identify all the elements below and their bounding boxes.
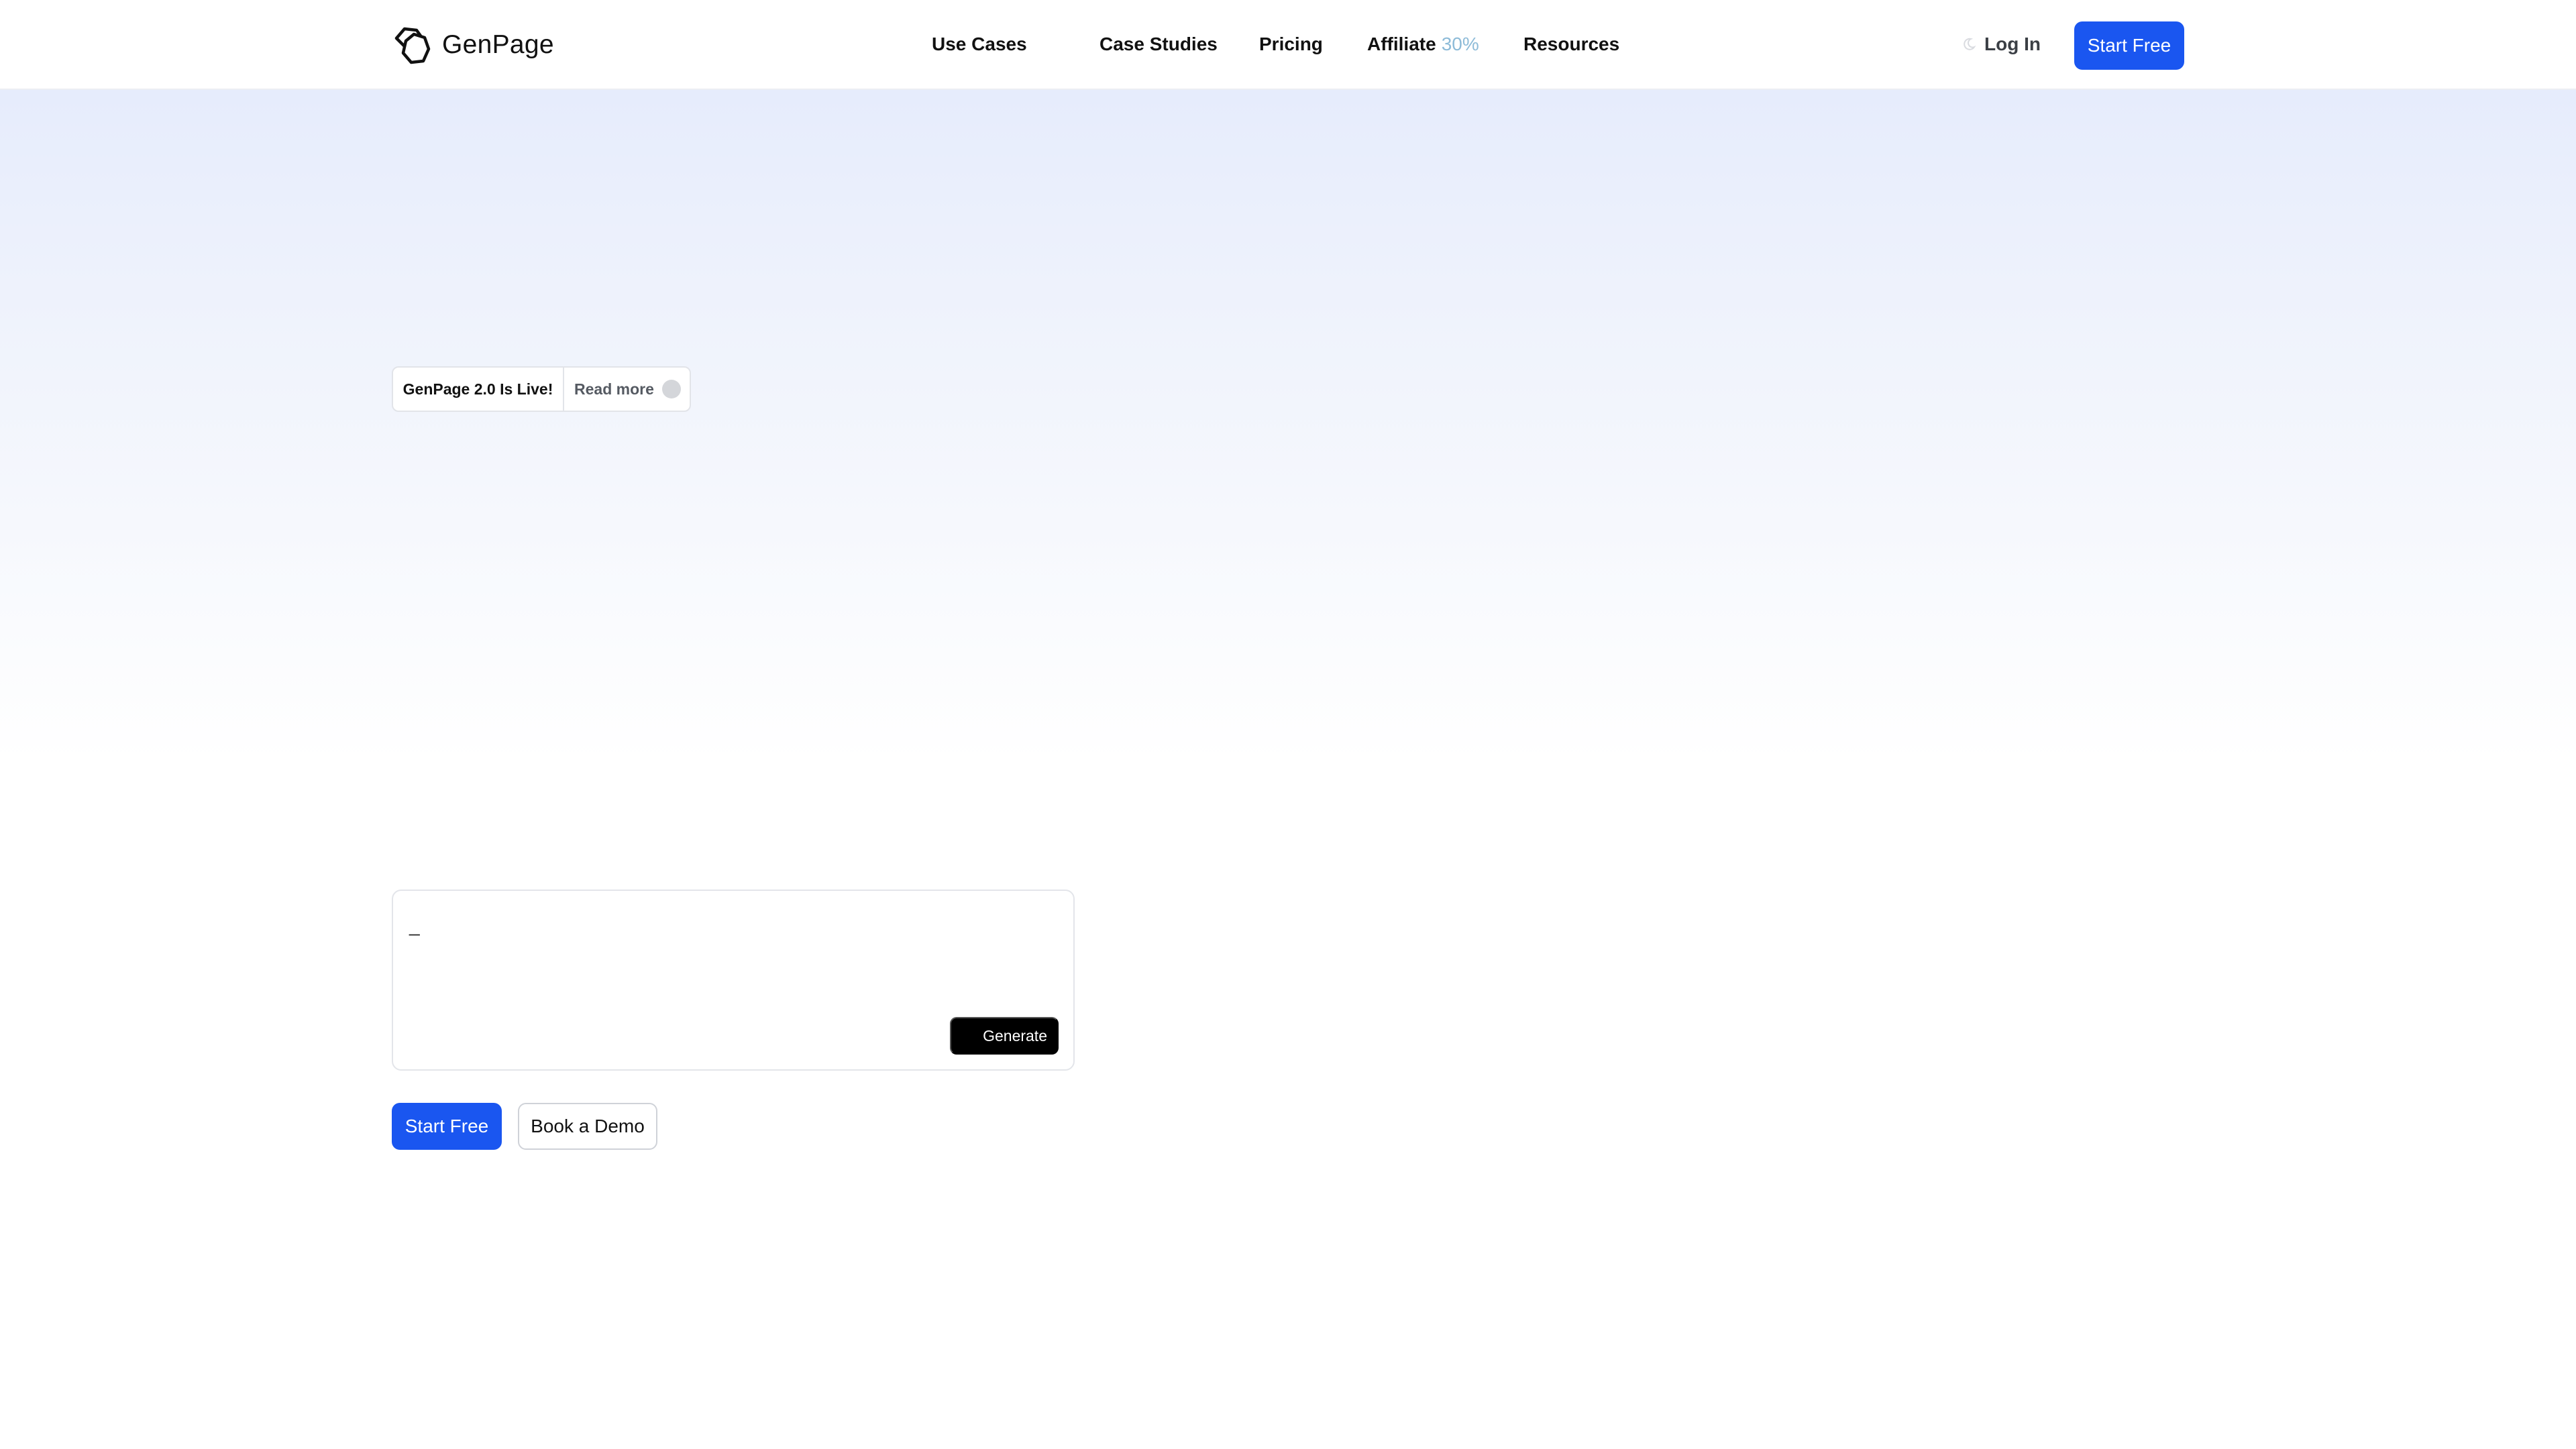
header-start-free-button[interactable]: Start Free bbox=[2074, 21, 2184, 70]
prompt-cursor-text: _ bbox=[409, 915, 420, 936]
generate-button[interactable]: Generate bbox=[950, 1017, 1059, 1055]
nav-affiliate-label: Affiliate bbox=[1367, 34, 1436, 54]
announcement-title: GenPage 2.0 Is Live! bbox=[393, 368, 564, 411]
arrow-circle-icon bbox=[661, 380, 681, 398]
announcement-pill: GenPage 2.0 Is Live! Read more bbox=[392, 366, 691, 412]
hexagon-cube-logo-icon bbox=[394, 27, 431, 64]
book-demo-button[interactable]: Book a Demo bbox=[518, 1103, 657, 1150]
nav-resources[interactable]: Resources bbox=[1523, 31, 1619, 58]
brand-logo[interactable]: GenPage bbox=[391, 23, 554, 66]
nav-affiliate[interactable]: Affiliate 30% bbox=[1367, 31, 1479, 58]
hero-background bbox=[0, 90, 2576, 761]
prompt-input[interactable]: _ Generate bbox=[392, 890, 1075, 1071]
nav-case-studies[interactable]: Case Studies bbox=[1099, 31, 1218, 58]
affiliate-commission-badge: 30% bbox=[1441, 34, 1479, 54]
site-header: GenPage Use Cases Case Studies Pricing A… bbox=[0, 0, 2576, 90]
login-link[interactable]: Log In bbox=[1962, 31, 2041, 58]
read-more-link[interactable]: Read more bbox=[564, 368, 690, 411]
nav-use-cases[interactable]: Use Cases bbox=[932, 31, 1027, 58]
read-more-label: Read more bbox=[574, 380, 654, 398]
hero-start-free-button[interactable]: Start Free bbox=[392, 1103, 502, 1150]
page: GenPage Use Cases Case Studies Pricing A… bbox=[0, 0, 2576, 1449]
login-label: Log In bbox=[1984, 34, 2041, 54]
nav-pricing[interactable]: Pricing bbox=[1259, 31, 1323, 58]
moon-icon bbox=[1964, 38, 1976, 50]
brand-name: GenPage bbox=[442, 30, 554, 59]
